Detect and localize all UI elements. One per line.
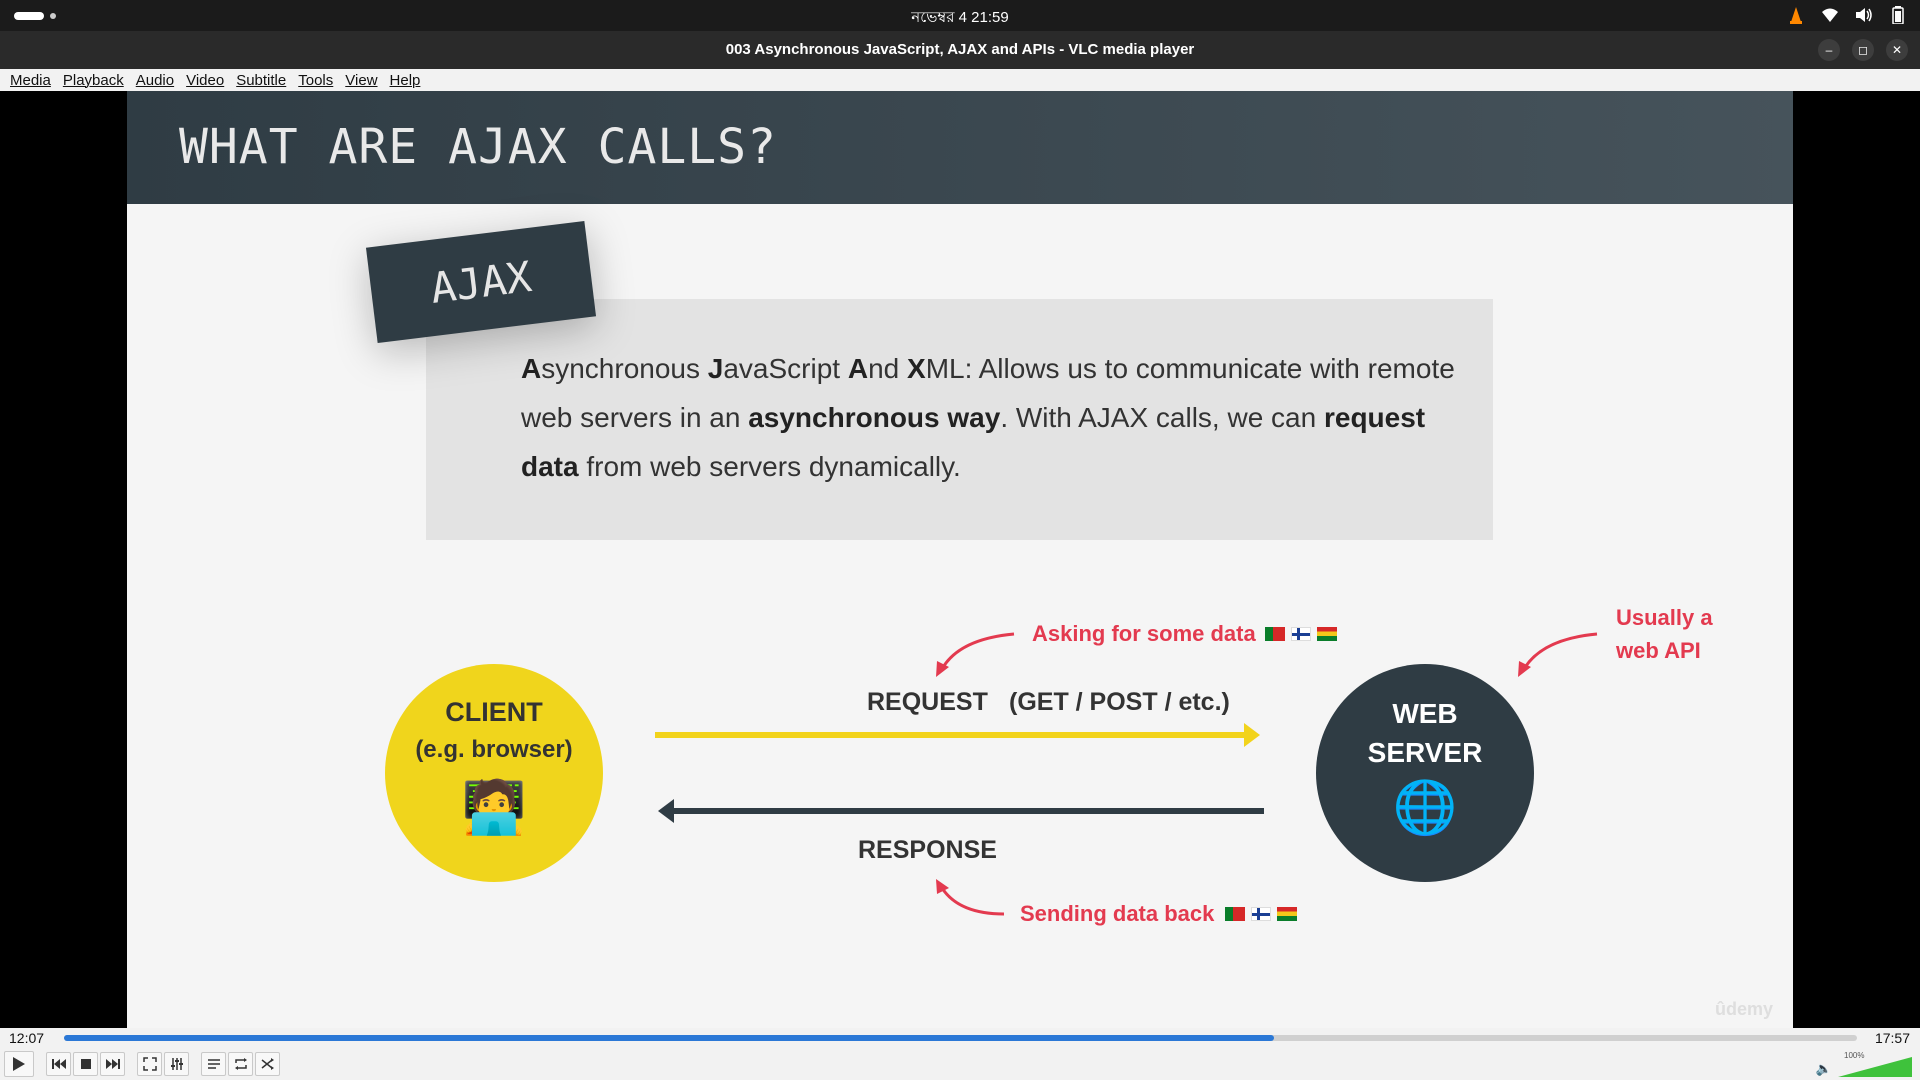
play-icon bbox=[13, 1057, 25, 1071]
volume-icon[interactable] bbox=[1854, 5, 1874, 25]
diagram-arrows bbox=[655, 632, 1598, 916]
loop-button[interactable] bbox=[228, 1052, 253, 1076]
asking-pointer bbox=[940, 632, 1015, 670]
wifi-icon[interactable] bbox=[1820, 5, 1840, 25]
system-clock[interactable]: নভেম্বর 4 21:59 bbox=[0, 6, 1920, 31]
prev-icon bbox=[51, 1059, 66, 1069]
ghana-flag-icon bbox=[1277, 907, 1297, 921]
ghana-flag-icon bbox=[1317, 627, 1337, 641]
volume-level bbox=[1838, 1057, 1912, 1077]
volume-control: 🔈 100% bbox=[1816, 1051, 1912, 1077]
activities-indicator[interactable] bbox=[14, 12, 44, 20]
video-area[interactable]: WHAT ARE AJAX CALLS? Asynchronous JavaSc… bbox=[0, 91, 1920, 1028]
globe-icon: 🌐 bbox=[1392, 779, 1458, 837]
server-circle: WEB SERVER 🌐 bbox=[1316, 664, 1534, 882]
note-asking: Asking for some data bbox=[1032, 621, 1256, 646]
current-time[interactable]: 12:07 bbox=[9, 1030, 44, 1046]
client-title: CLIENT bbox=[445, 697, 543, 727]
api-pointer bbox=[1522, 632, 1598, 670]
client-subtitle: (e.g. browser) bbox=[415, 736, 573, 763]
speaker-icon[interactable]: 🔈 bbox=[1816, 1061, 1832, 1077]
window-title: 003 Asynchronous JavaScript, AJAX and AP… bbox=[725, 41, 1195, 58]
total-time[interactable]: 17:57 bbox=[1875, 1030, 1910, 1046]
menu-bar: Media Playback Audio Video Subtitle Tool… bbox=[0, 69, 1920, 91]
note-sending: Sending data back bbox=[1020, 901, 1215, 926]
seek-bar-progress bbox=[64, 1035, 1275, 1041]
response-arrowhead bbox=[658, 799, 674, 823]
volume-percent: 100% bbox=[1844, 1051, 1865, 1060]
extended-settings-button[interactable] bbox=[164, 1052, 189, 1076]
portugal-flag-icon bbox=[1265, 627, 1285, 641]
menu-help[interactable]: Help bbox=[384, 72, 427, 89]
window-controls: – ◻ ✕ bbox=[1818, 39, 1908, 61]
shuffle-button[interactable] bbox=[255, 1052, 280, 1076]
playlist-button[interactable] bbox=[201, 1052, 226, 1076]
fullscreen-icon bbox=[142, 1057, 157, 1071]
menu-view[interactable]: View bbox=[339, 72, 383, 89]
previous-button[interactable] bbox=[46, 1052, 71, 1076]
request-label: REQUEST bbox=[867, 688, 988, 716]
finland-flag-icon bbox=[1251, 907, 1271, 921]
volume-slider[interactable]: 100% bbox=[1838, 1051, 1912, 1077]
menu-tools[interactable]: Tools bbox=[292, 72, 339, 89]
request-arrowhead bbox=[1244, 723, 1260, 747]
request-methods: (GET / POST / etc.) bbox=[1009, 688, 1230, 716]
play-button[interactable] bbox=[4, 1051, 34, 1077]
server-title: WEB SERVER bbox=[1367, 698, 1483, 768]
maximize-button[interactable]: ◻ bbox=[1852, 39, 1874, 61]
menu-subtitle[interactable]: Subtitle bbox=[230, 72, 292, 89]
response-label: RESPONSE bbox=[858, 836, 997, 864]
playlist-icon bbox=[207, 1059, 220, 1069]
stop-icon bbox=[80, 1059, 91, 1069]
sending-pointer-head bbox=[936, 879, 949, 894]
extended-settings-icon bbox=[170, 1058, 183, 1070]
flags-asking bbox=[1265, 627, 1337, 641]
menu-playback[interactable]: Playback bbox=[57, 72, 130, 89]
note-web-api: Usually a web API bbox=[1616, 605, 1713, 663]
system-top-bar: নভেম্বর 4 21:59 bbox=[0, 0, 1920, 31]
next-button[interactable] bbox=[100, 1052, 125, 1076]
close-button[interactable]: ✕ bbox=[1886, 39, 1908, 61]
client-circle: CLIENT (e.g. browser) 🧑‍💻 bbox=[385, 664, 603, 882]
vlc-icon[interactable] bbox=[1786, 5, 1806, 25]
control-buttons bbox=[4, 1051, 282, 1077]
playback-controls: 12:07 17:57 🔈 100% bbox=[0, 1028, 1920, 1080]
laptop-person-icon: 🧑‍💻 bbox=[461, 779, 527, 837]
seek-bar[interactable] bbox=[64, 1035, 1857, 1041]
stop-button[interactable] bbox=[73, 1052, 98, 1076]
system-tray bbox=[1786, 5, 1908, 25]
window-title-bar: 003 Asynchronous JavaScript, AJAX and AP… bbox=[0, 31, 1920, 69]
menu-media[interactable]: Media bbox=[4, 72, 57, 89]
fullscreen-button[interactable] bbox=[137, 1052, 162, 1076]
udemy-watermark: ûdemy bbox=[1714, 999, 1773, 1019]
portugal-flag-icon bbox=[1225, 907, 1245, 921]
loop-icon bbox=[234, 1058, 247, 1070]
sending-pointer bbox=[940, 887, 1005, 916]
minimize-button[interactable]: – bbox=[1818, 39, 1840, 61]
workspace-dot bbox=[50, 13, 56, 19]
next-icon bbox=[105, 1059, 120, 1069]
finland-flag-icon bbox=[1291, 627, 1311, 641]
flags-sending bbox=[1225, 907, 1297, 921]
menu-audio[interactable]: Audio bbox=[130, 72, 180, 89]
shuffle-icon bbox=[261, 1058, 274, 1070]
battery-icon[interactable] bbox=[1888, 5, 1908, 25]
slide-frame: WHAT ARE AJAX CALLS? Asynchronous JavaSc… bbox=[127, 91, 1793, 1028]
menu-video[interactable]: Video bbox=[180, 72, 230, 89]
